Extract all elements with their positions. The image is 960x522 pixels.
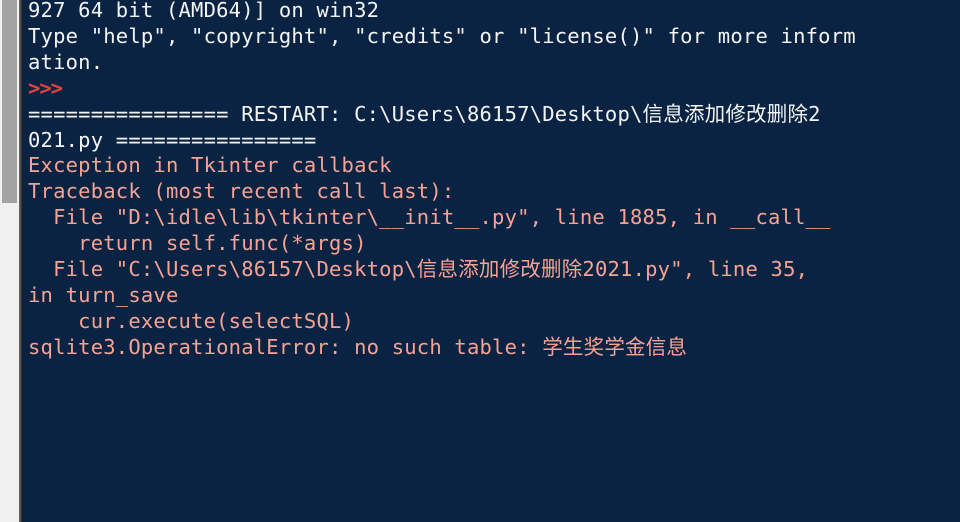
- console-line-traceback-header: Traceback (most recent call last):: [28, 179, 455, 204]
- console-line-frame-2-source: cur.execute(selectSQL): [28, 308, 355, 333]
- console-line-restart-line-1: ================ RESTART: C:\Users\86157…: [28, 101, 821, 126]
- console-line-frame-1-file: File "D:\idle\lib\tkinter\__init__.py", …: [28, 205, 831, 230]
- vertical-scrollbar-thumb[interactable]: [2, 0, 17, 203]
- console-line-prompt: >>>: [28, 75, 63, 100]
- console-line-banner-help-wrap: ation.: [28, 49, 104, 74]
- vertical-scrollbar[interactable]: [0, 0, 19, 522]
- console-output-area[interactable]: 927 64 bit (AMD64)] on win32 Type "help",…: [22, 0, 960, 522]
- console-line-frame-2-file: File "C:\Users\86157\Desktop\信息添加修改删除202…: [28, 257, 809, 282]
- console-line-banner-help: Type "help", "copyright", "credits" or "…: [28, 23, 856, 48]
- console-line-banner-version: 927 64 bit (AMD64)] on win32: [28, 0, 380, 22]
- console-line-frame-1-source: return self.func(*args): [28, 231, 367, 256]
- console-line-list: 927 64 bit (AMD64)] on win32 Type "help",…: [28, 0, 960, 361]
- console-line-error-message: sqlite3.OperationalError: no such table:…: [28, 334, 688, 359]
- idle-shell-window: 927 64 bit (AMD64)] on win32 Type "help",…: [0, 0, 960, 522]
- console-line-exception-header: Exception in Tkinter callback: [28, 153, 392, 178]
- console-line-restart-line-2: 021.py ================: [28, 127, 317, 152]
- console-line-frame-2-file-wrap: in turn_save: [28, 282, 179, 307]
